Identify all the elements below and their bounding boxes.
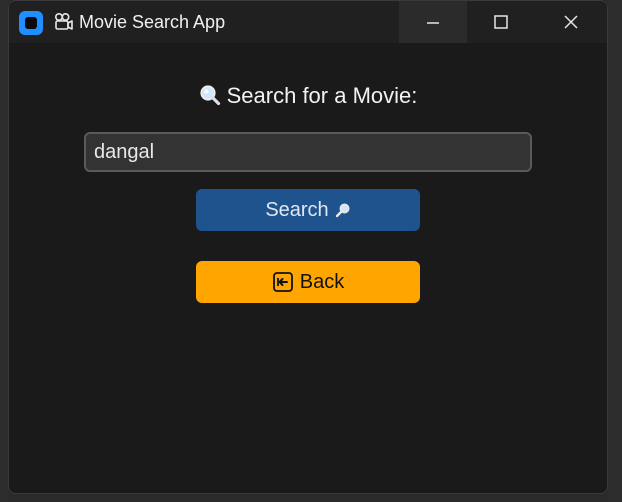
movie-camera-icon bbox=[54, 12, 73, 30]
app-window: Movie Search App Search for a Movie: dan… bbox=[8, 0, 608, 494]
title-bar[interactable]: Movie Search App bbox=[9, 1, 607, 43]
search-prompt: Search for a Movie: bbox=[9, 82, 607, 110]
movie-search-input[interactable] bbox=[84, 132, 532, 172]
maximize-button[interactable] bbox=[467, 1, 535, 43]
maximize-icon bbox=[494, 15, 508, 29]
window-title: Movie Search App bbox=[79, 12, 226, 32]
close-button[interactable] bbox=[537, 1, 605, 43]
back-button-label: Back bbox=[299, 270, 345, 293]
main-content: Search for a Movie: Search bbox=[9, 43, 607, 493]
close-icon bbox=[564, 15, 578, 29]
magnifier-icon bbox=[200, 85, 220, 106]
background-window-right bbox=[608, 0, 622, 502]
search-prompt-label: Search for a Movie: bbox=[226, 83, 418, 108]
desktop-background: Movie Search App Search for a Movie: dan… bbox=[0, 0, 622, 502]
back-button[interactable]: Back bbox=[196, 261, 420, 303]
minimize-button[interactable] bbox=[399, 1, 467, 43]
search-button-label: Search bbox=[265, 198, 329, 221]
back-arrow-icon bbox=[272, 272, 293, 292]
background-window-left bbox=[0, 0, 8, 502]
search-button[interactable]: Search bbox=[196, 189, 420, 231]
magnifier-icon bbox=[335, 203, 350, 218]
minimize-icon bbox=[427, 22, 439, 24]
app-icon bbox=[19, 11, 43, 35]
